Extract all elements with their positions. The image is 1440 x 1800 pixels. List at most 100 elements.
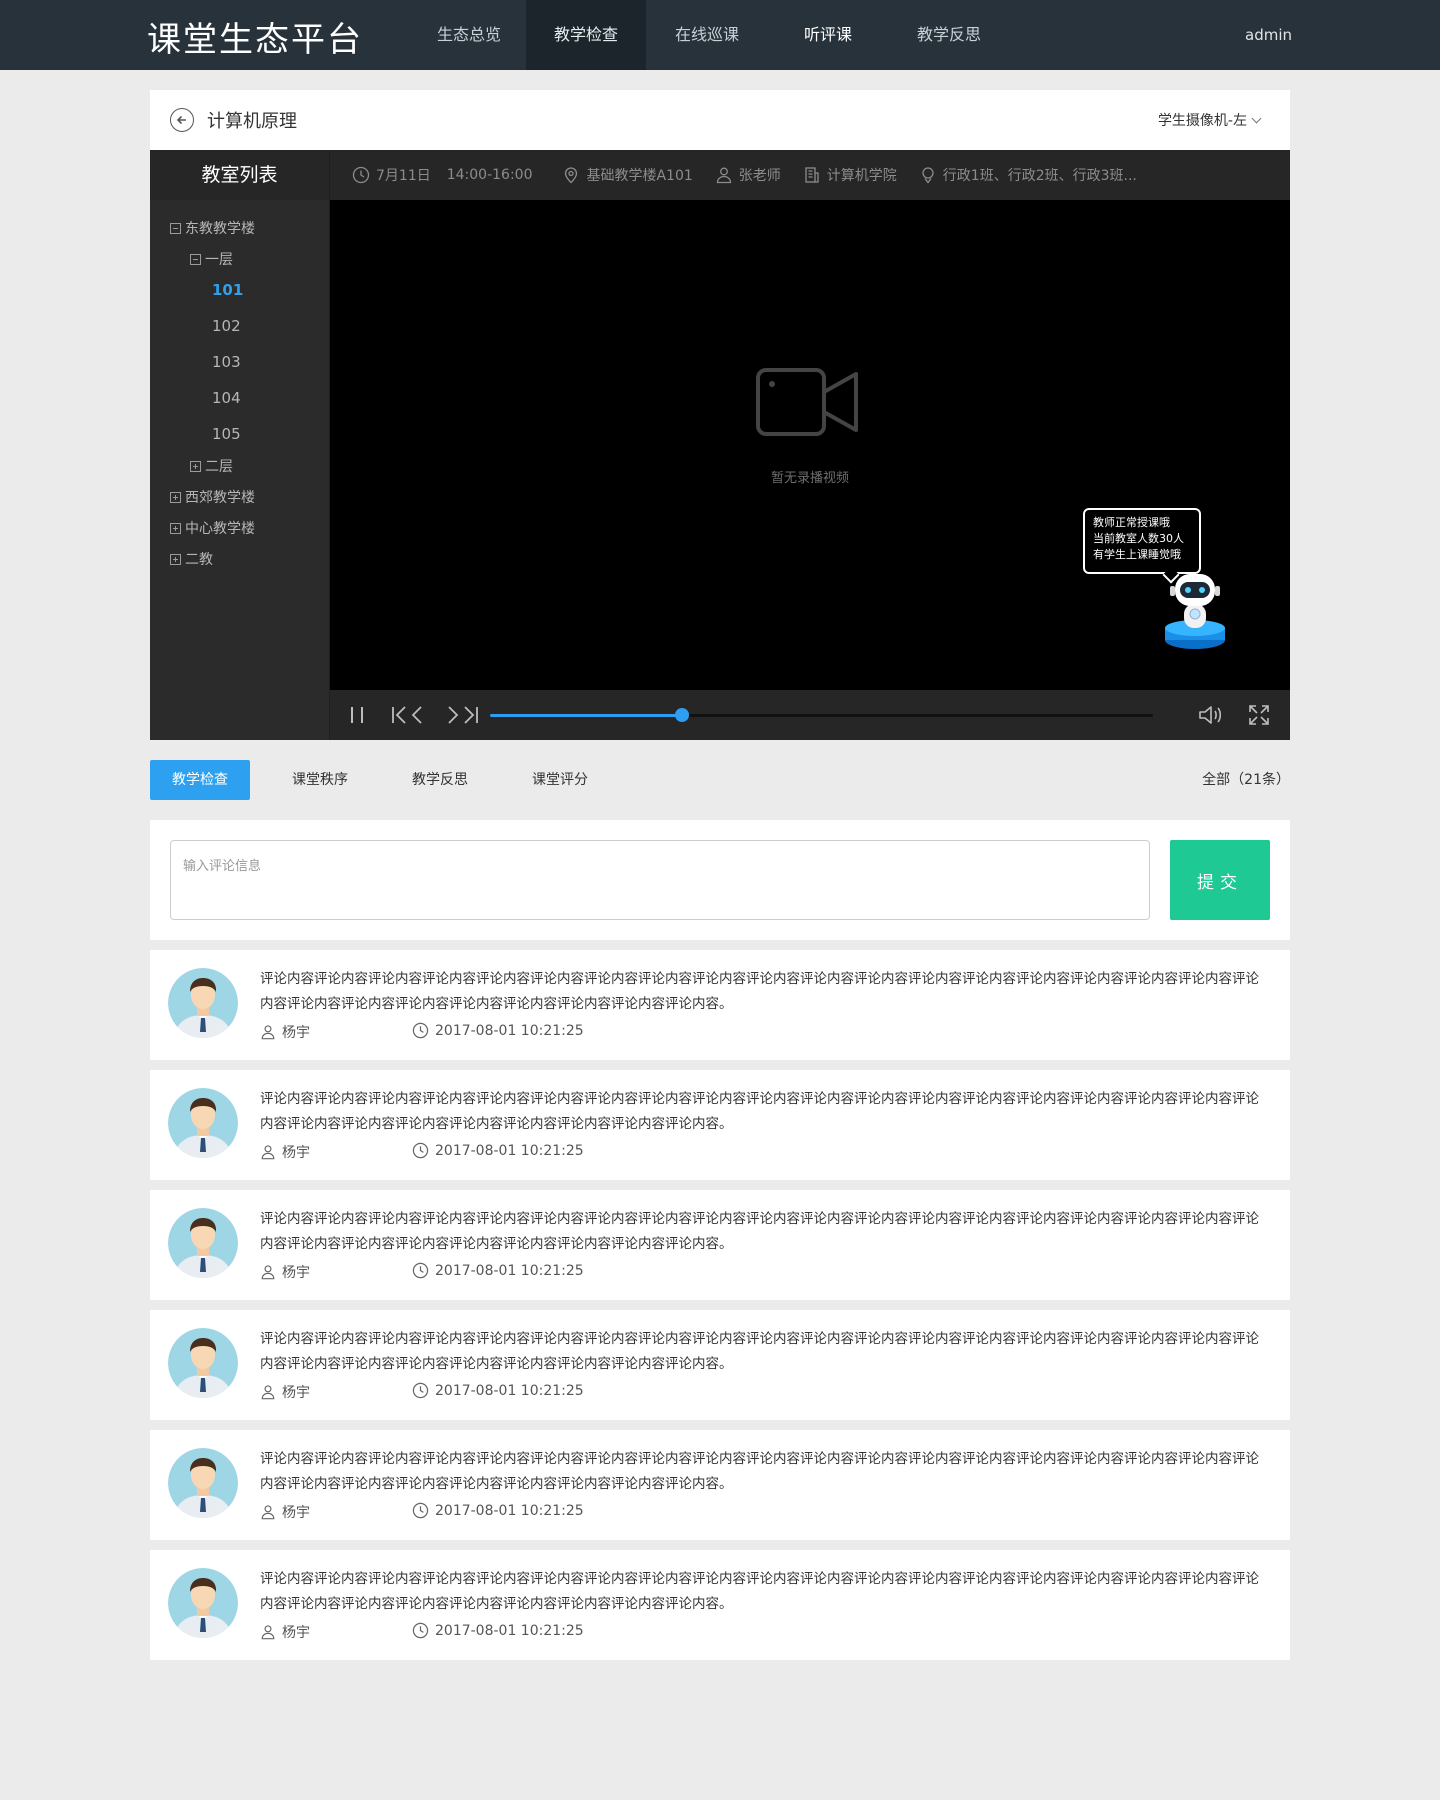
robot-speech-bubble: 教师正常授课哦 当前教室人数30人 有学生上课睡觉哦 (1083, 508, 1201, 584)
comment-author-name: 杨宇 (282, 1025, 310, 1041)
expand-icon (170, 492, 181, 503)
lesson-classes-text: 行政1班、行政2班、行政3班... (942, 168, 1137, 184)
bubble-line: 教师正常授课哦 (1093, 516, 1170, 529)
comment-timestamp: 2017-08-01 10:21:25 (435, 1382, 584, 1399)
bubble-line: 有学生上课睡觉哦 (1093, 548, 1181, 561)
skip-back-icon[interactable] (391, 705, 427, 725)
user-avatar (168, 1448, 238, 1518)
clock-icon (412, 1622, 429, 1639)
user-name[interactable]: admin (1245, 0, 1292, 70)
pause-icon[interactable] (347, 705, 367, 725)
tree-building-east[interactable]: 东教教学楼 (170, 218, 255, 238)
tab-classroom-score[interactable]: 课堂评分 (510, 760, 610, 800)
comment-text: 评论内容评论内容评论内容评论内容评论内容评论内容评论内容评论内容评论内容评论内容… (260, 1091, 1259, 1132)
comment-author-name: 杨宇 (282, 1385, 310, 1401)
comment-text: 评论内容评论内容评论内容评论内容评论内容评论内容评论内容评论内容评论内容评论内容… (260, 971, 1259, 1012)
bubble-line: 当前教室人数30人 (1093, 532, 1184, 545)
comment-input[interactable] (170, 840, 1150, 920)
person-icon (261, 1265, 275, 1280)
tree-room-102[interactable]: 102 (212, 317, 241, 335)
building-icon (805, 167, 819, 183)
lesson-date: 7月11日 (376, 168, 431, 184)
comment-form: 提交 (150, 820, 1290, 940)
comment-author: 杨宇 (260, 1022, 310, 1042)
no-video-text: 暂无录播视频 (770, 471, 849, 486)
comment-timestamp: 2017-08-01 10:21:25 (435, 1502, 584, 1519)
expand-icon (170, 554, 181, 565)
skip-forward-icon[interactable] (443, 705, 479, 725)
comment-author-name: 杨宇 (282, 1625, 310, 1641)
tree-floor-1[interactable]: 一层 (190, 249, 233, 269)
nav-item-teaching-check[interactable]: 教学检查 (526, 0, 646, 70)
tree-room-101[interactable]: 101 (212, 281, 243, 299)
tree-room-105[interactable]: 105 (212, 425, 241, 443)
tab-teaching-reflection[interactable]: 教学反思 (390, 760, 490, 800)
comment-author-name: 杨宇 (282, 1265, 310, 1281)
lesson-location: 基础教学楼A101 (562, 165, 693, 185)
user-avatar (168, 1208, 238, 1278)
comment-item: 评论内容评论内容评论内容评论内容评论内容评论内容评论内容评论内容评论内容评论内容… (150, 1430, 1290, 1540)
nav-item-teaching-reflection[interactable]: 教学反思 (888, 0, 1010, 70)
collapse-icon (190, 254, 201, 265)
comment-time: 2017-08-01 10:21:25 (412, 1022, 584, 1039)
tree-building-center[interactable]: 中心教学楼 (170, 518, 255, 538)
person-icon (716, 167, 731, 184)
tree-floor-2[interactable]: 二层 (190, 456, 233, 476)
location-pin-icon (565, 167, 578, 184)
progress-handle[interactable] (675, 708, 690, 722)
nav-item-overview[interactable]: 生态总览 (412, 0, 526, 70)
submit-button[interactable]: 提交 (1170, 840, 1270, 920)
volume-icon[interactable] (1198, 704, 1224, 726)
clock-icon (412, 1382, 429, 1399)
progress-bar[interactable] (490, 708, 1153, 722)
classroom-tree: 教室列表 东教教学楼 一层 101 102 103 104 105 二层 西郊教… (150, 150, 329, 740)
user-avatar (168, 1568, 238, 1638)
tree-room-104[interactable]: 104 (212, 389, 241, 407)
camera-select[interactable]: 学生摄像机-左 (1158, 110, 1262, 130)
tab-teaching-check[interactable]: 教学检查 (150, 760, 250, 800)
comment-total: 全部（21条） (1202, 772, 1290, 788)
nav-item-lecture-review[interactable]: 听评课 (768, 0, 888, 70)
comment-author: 杨宇 (260, 1622, 310, 1642)
lesson-info-bar: 7月11日 14:00-16:00 基础教学楼A101 张老师 计算机学院 行政1… (330, 150, 1290, 200)
back-arrow-icon[interactable] (170, 108, 194, 132)
clock-icon (412, 1262, 429, 1279)
user-avatar (168, 1088, 238, 1158)
tree-floor-label: 一层 (205, 252, 233, 268)
robot-assistant-icon[interactable] (1160, 570, 1230, 652)
comment-text: 评论内容评论内容评论内容评论内容评论内容评论内容评论内容评论内容评论内容评论内容… (260, 1571, 1259, 1612)
comment-time: 2017-08-01 10:21:25 (412, 1382, 584, 1399)
tree-room-103[interactable]: 103 (212, 353, 241, 371)
course-title-bar: 计算机原理 学生摄像机-左 (150, 90, 1290, 150)
comment-item: 评论内容评论内容评论内容评论内容评论内容评论内容评论内容评论内容评论内容评论内容… (150, 1310, 1290, 1420)
tab-classroom-order[interactable]: 课堂秩序 (270, 760, 370, 800)
review-tabs: 教学检查 课堂秩序 教学反思 课堂评分 全部（21条） (150, 760, 1290, 800)
lesson-college-text: 计算机学院 (826, 168, 897, 184)
tree-building-label: 二教 (185, 552, 213, 568)
comment-timestamp: 2017-08-01 10:21:25 (435, 1022, 584, 1039)
course-panel: 计算机原理 学生摄像机-左 教室列表 东教教学楼 一层 101 102 103 … (150, 90, 1290, 740)
classroom-tree-title: 教室列表 (150, 150, 329, 200)
comment-author: 杨宇 (260, 1382, 310, 1402)
clock-icon (412, 1142, 429, 1159)
comment-timestamp: 2017-08-01 10:21:25 (435, 1262, 584, 1279)
clock-icon (412, 1502, 429, 1519)
video-viewport[interactable]: 暂无录播视频 教师正常授课哦 当前教室人数30人 有学生上课睡觉哦 (330, 200, 1290, 690)
fullscreen-icon[interactable] (1248, 704, 1270, 726)
nav-item-online-patrol[interactable]: 在线巡课 (646, 0, 768, 70)
person-icon (261, 1505, 275, 1520)
comment-text: 评论内容评论内容评论内容评论内容评论内容评论内容评论内容评论内容评论内容评论内容… (260, 1211, 1259, 1252)
video-camera-icon (756, 368, 858, 436)
tree-building-second[interactable]: 二教 (170, 549, 213, 569)
comment-text: 评论内容评论内容评论内容评论内容评论内容评论内容评论内容评论内容评论内容评论内容… (260, 1451, 1259, 1492)
comment-time: 2017-08-01 10:21:25 (412, 1622, 584, 1639)
player-area: 教室列表 东教教学楼 一层 101 102 103 104 105 二层 西郊教… (150, 150, 1290, 740)
comment-author: 杨宇 (260, 1502, 310, 1522)
tree-building-label: 西郊教学楼 (185, 490, 255, 506)
tree-building-west[interactable]: 西郊教学楼 (170, 487, 255, 507)
comment-author: 杨宇 (260, 1262, 310, 1282)
player-controls (330, 690, 1290, 740)
lesson-teacher: 张老师 (715, 165, 781, 185)
comment-timestamp: 2017-08-01 10:21:25 (435, 1622, 584, 1639)
comment-timestamp: 2017-08-01 10:21:25 (435, 1142, 584, 1159)
